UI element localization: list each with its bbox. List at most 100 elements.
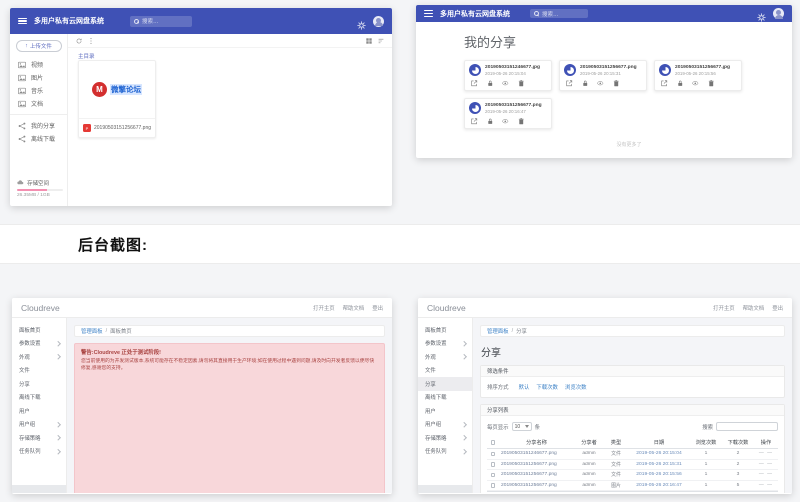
avatar[interactable] (773, 8, 784, 19)
admin-sidebar-item[interactable]: 面板首页 (418, 323, 472, 337)
admin-sidebar-item[interactable]: 用户组 (418, 418, 472, 432)
topnav-link[interactable]: 登出 (772, 304, 783, 312)
grid-view-icon[interactable] (366, 38, 372, 44)
cell-share-name[interactable]: 20190503151256677.png (499, 462, 574, 467)
row-checkbox[interactable] (491, 473, 496, 478)
breadcrumb[interactable]: 主目录 (68, 48, 392, 60)
open-link-icon[interactable] (471, 118, 478, 125)
admin-sidebar-item[interactable]: 用户组 (12, 418, 66, 432)
cell-actions[interactable]: — — (754, 483, 778, 488)
refresh-icon[interactable] (76, 38, 82, 44)
admin-sidebar-item[interactable]: 外观 (418, 350, 472, 364)
admin-sidebar-item[interactable]: 存储策略 (418, 431, 472, 445)
sidebar-item-feature[interactable]: 离线下载 (10, 132, 67, 145)
lock-icon[interactable] (487, 118, 494, 125)
topnav-link[interactable]: 登出 (372, 304, 383, 312)
file-card[interactable]: M 微擎论坛 P 20190503151256677.png (78, 60, 156, 138)
admin-sidebar-item[interactable]: 文件 (12, 364, 66, 378)
sidebar-item-category[interactable]: 视频 (10, 58, 67, 71)
cell-share-name[interactable]: 20190503151246677.png (499, 451, 574, 456)
lock-icon[interactable] (487, 80, 494, 87)
cell-share-name[interactable]: 20190503151256677.png (499, 483, 574, 488)
breadcrumb-root[interactable]: 管理面板 (487, 327, 509, 335)
row-checkbox[interactable] (491, 483, 496, 488)
delete-icon[interactable] (518, 80, 525, 87)
admin-sidebar-item[interactable]: 用户 (418, 404, 472, 418)
upload-button[interactable]: ↑ 上传文件 (16, 40, 62, 52)
admin-sidebar-item[interactable]: 用户 (12, 404, 66, 418)
hamburger-icon[interactable] (424, 10, 433, 17)
column-header[interactable]: 浏览次数 (690, 439, 722, 446)
admin-sidebar-item[interactable]: 分享 (418, 377, 472, 391)
delete-icon[interactable] (518, 118, 525, 125)
share-card[interactable]: 20190503151256677.png 2019-05-26 20:16:4… (464, 98, 552, 129)
cell-actions[interactable]: — — (754, 472, 778, 477)
delete-icon[interactable] (613, 80, 620, 87)
admin-sidebar-item[interactable]: 参数设置 (418, 337, 472, 351)
admin-sidebar-item[interactable]: 任务队列 (418, 445, 472, 459)
eye-icon[interactable] (502, 80, 509, 87)
more-vert-icon[interactable] (88, 38, 94, 44)
open-link-icon[interactable] (471, 80, 478, 87)
admin-sidebar-item[interactable]: 面板首页 (12, 323, 66, 337)
sidebar-item-category[interactable]: 文档 (10, 97, 67, 110)
cell-actions[interactable]: — — (754, 462, 778, 467)
admin-sidebar-item[interactable]: 任务队列 (12, 445, 66, 459)
search-input[interactable]: 搜索… (130, 16, 192, 27)
row-checkbox[interactable] (491, 452, 496, 457)
search-input[interactable]: 搜索… (530, 9, 588, 18)
admin-sidebar-item[interactable]: 分享 (12, 377, 66, 391)
table-row[interactable]: 20190503151246677.png admin 文件 2019-05-2… (487, 449, 778, 460)
admin-sidebar-item[interactable]: 离线下载 (418, 391, 472, 405)
hamburger-icon[interactable] (18, 18, 27, 25)
open-link-icon[interactable] (566, 80, 573, 87)
table-row[interactable]: 20190503151256677.png admin 图片 2019-05-2… (487, 481, 778, 492)
delete-icon[interactable] (708, 80, 715, 87)
column-header[interactable]: 分享者 (574, 439, 604, 446)
lock-icon[interactable] (677, 80, 684, 87)
eye-icon[interactable] (692, 80, 699, 87)
column-header[interactable]: 日期 (628, 439, 690, 446)
column-header[interactable]: 分享名称 (499, 439, 574, 446)
admin-sidebar-item[interactable]: 文件 (418, 364, 472, 378)
select-all-checkbox[interactable] (491, 440, 496, 445)
topnav-link[interactable]: 帮助文档 (343, 304, 365, 312)
admin-sidebar-item[interactable]: 外观 (12, 350, 66, 364)
sidebar-item-category[interactable]: 图片 (10, 71, 67, 84)
table-search-input[interactable] (716, 422, 778, 431)
table-row[interactable]: 20190503151256677.png admin 文件 2019-05-2… (487, 460, 778, 471)
sort-icon[interactable] (378, 38, 384, 44)
eye-icon[interactable] (502, 118, 509, 125)
cell-actions[interactable]: — — (754, 451, 778, 456)
cell-share-name[interactable]: 20190503151256677.png (499, 472, 574, 477)
lock-icon[interactable] (582, 80, 589, 87)
sidebar-item-category[interactable]: 音乐 (10, 84, 67, 97)
topnav-link[interactable]: 打开主页 (713, 304, 735, 312)
column-header[interactable]: 类型 (604, 439, 628, 446)
column-header[interactable]: 操作 (754, 439, 778, 446)
table-row[interactable]: 20190503151256677.png admin 文件 2019-05-2… (487, 470, 778, 481)
category-icon (18, 61, 26, 69)
breadcrumb-root[interactable]: 管理面板 (81, 327, 103, 335)
open-link-icon[interactable] (661, 80, 668, 87)
appbar: 多用户私有云网盘系统 搜索… (416, 5, 792, 22)
sidebar-item-feature[interactable]: 我的分享 (10, 119, 67, 132)
column-header[interactable]: 下载次数 (722, 439, 754, 446)
topnav-link[interactable]: 打开主页 (313, 304, 335, 312)
eye-icon[interactable] (597, 80, 604, 87)
settings-gear-icon[interactable] (757, 9, 766, 18)
sort-option-link[interactable]: 浏览次数 (565, 383, 587, 391)
sort-option-link[interactable]: 下载次数 (536, 383, 558, 391)
settings-gear-icon[interactable] (357, 17, 366, 26)
share-card[interactable]: 20190503151256677.jpg 2019-05-26 20:15:5… (654, 60, 742, 91)
share-card[interactable]: 20190503151246677.jpg 2019-05-26 20:15:0… (464, 60, 552, 91)
admin-sidebar-item[interactable]: 参数设置 (12, 337, 66, 351)
per-page-select[interactable]: 10 (512, 422, 532, 431)
topnav-link[interactable]: 帮助文档 (743, 304, 765, 312)
sort-option-link[interactable]: 默认 (519, 383, 530, 391)
share-card[interactable]: 20190503151256677.png 2019-05-26 20:15:3… (559, 60, 647, 91)
row-checkbox[interactable] (491, 462, 496, 467)
admin-sidebar-item[interactable]: 存储策略 (12, 431, 66, 445)
avatar[interactable] (373, 16, 384, 27)
admin-sidebar-item[interactable]: 离线下载 (12, 391, 66, 405)
